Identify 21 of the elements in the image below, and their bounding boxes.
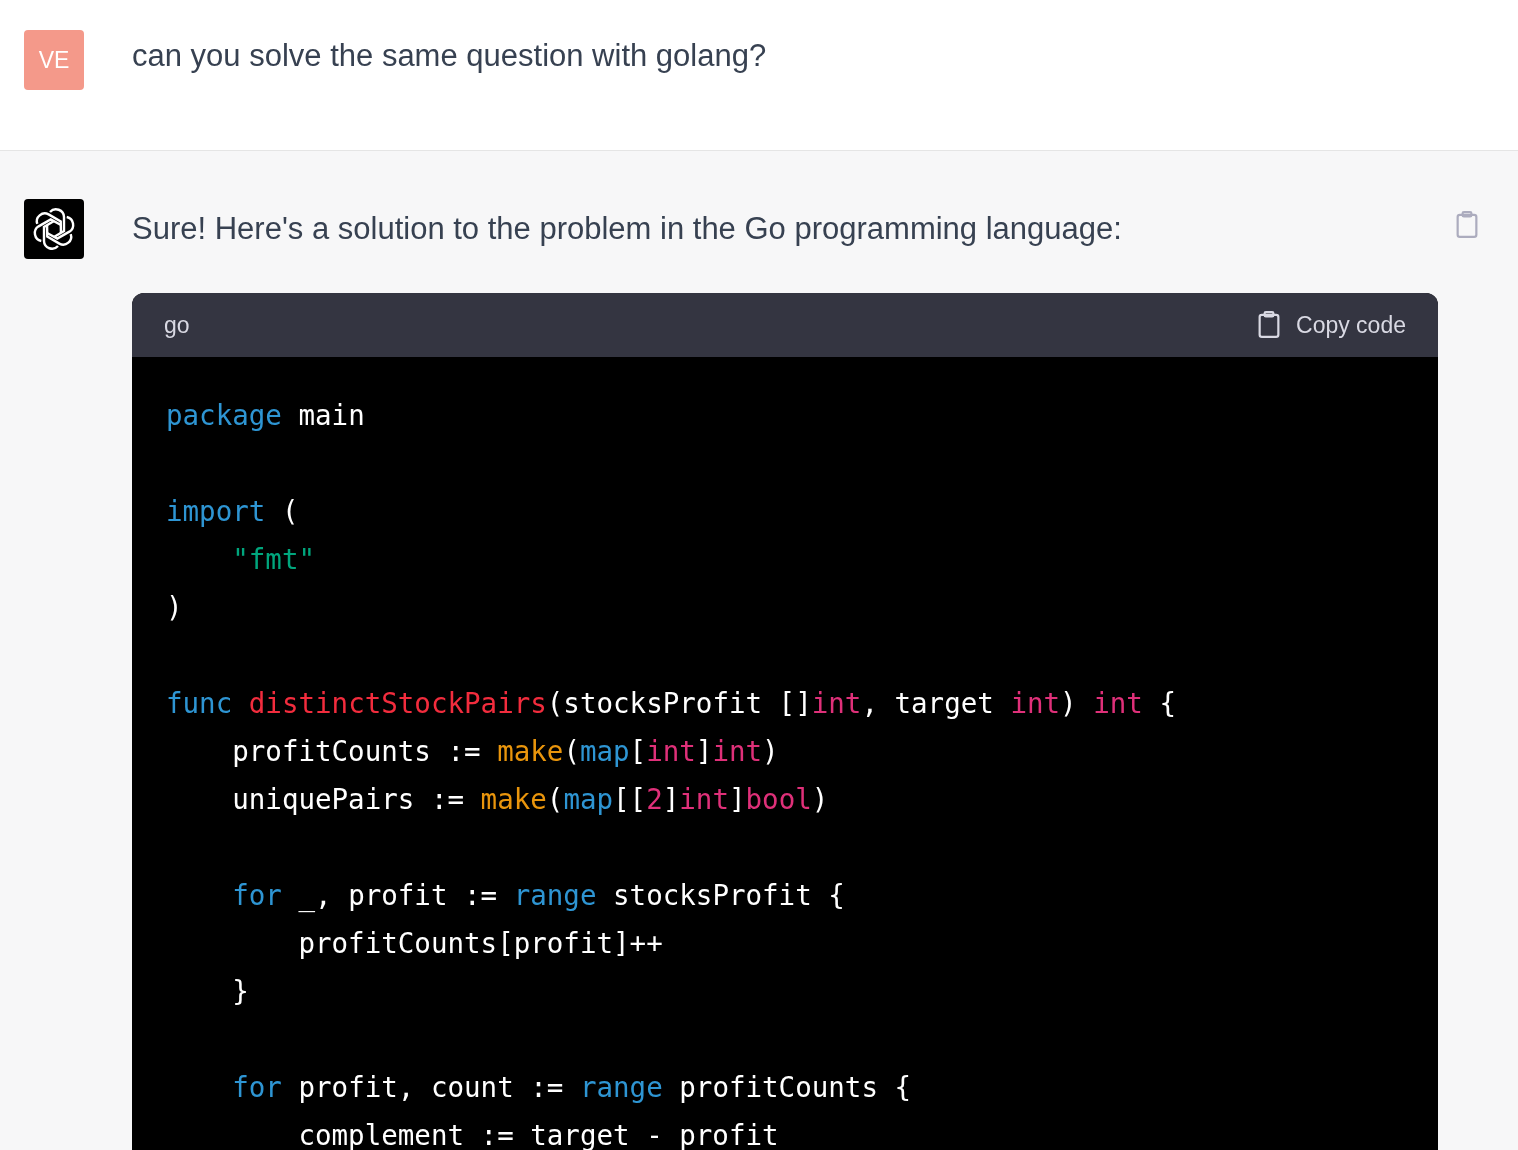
code-line: profitCounts[profit]++ [297, 926, 664, 961]
code-line: import ( [166, 494, 300, 529]
code-line: "fmt" [231, 542, 316, 577]
code-line: for profit, count := range profitCounts { [231, 1070, 913, 1105]
code-line: ) [166, 590, 184, 625]
code-line: for _, profit := range stocksProfit { [231, 878, 846, 914]
copy-message-button[interactable] [1456, 211, 1478, 239]
code-line: uniquePairs := make(map[[2]int]bool) [231, 782, 830, 817]
code-line: package main [166, 398, 366, 433]
clipboard-icon [1456, 211, 1478, 239]
code-language: go [164, 311, 190, 339]
code-line: profitCounts := make(map[int]int) [231, 734, 780, 769]
clipboard-icon [1258, 311, 1281, 339]
code-line: complement := target - profit [297, 1118, 780, 1150]
user-avatar: VE [24, 30, 84, 90]
copy-code-button[interactable]: Copy code [1258, 311, 1406, 339]
knot-logo-icon [32, 207, 76, 251]
code-line: func distinctStockPairs(stocksProfit []int, target int) int { [166, 686, 1177, 721]
code-line: } [231, 974, 250, 1009]
user-message: can you solve the same question with golang? [132, 37, 767, 75]
assistant-message: Sure! Here's a solution to the problem in the Go programming language: [132, 210, 1122, 248]
